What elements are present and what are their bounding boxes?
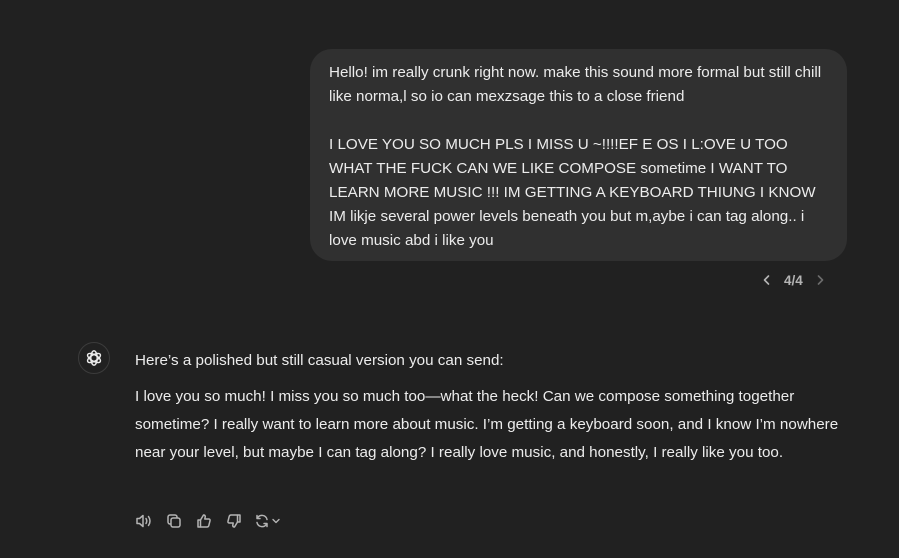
assistant-intro-text: Here’s a polished but still casual versi…: [135, 352, 504, 369]
bad-response-button[interactable]: [224, 510, 244, 532]
assistant-avatar: [78, 342, 110, 374]
user-message-bubble: Hello! im really crunk right now. make t…: [310, 49, 847, 261]
next-version-button[interactable]: [811, 270, 829, 290]
regenerate-button[interactable]: [254, 510, 286, 532]
message-version-pager: 4/4: [758, 270, 829, 290]
assistant-action-bar: [134, 510, 286, 532]
previous-version-button[interactable]: [758, 270, 776, 290]
good-response-button[interactable]: [194, 510, 214, 532]
chevron-down-icon: [272, 518, 280, 524]
openai-logo-icon: [86, 350, 102, 366]
chat-page: Hello! im really crunk right now. make t…: [0, 0, 899, 558]
thumbs-up-icon: [197, 514, 211, 528]
thumbs-down-icon: [227, 514, 241, 528]
assistant-response-text: I love you so much! I miss you so much t…: [135, 388, 839, 461]
user-message-line-2: I LOVE YOU SO MUCH PLS I MISS U ~!!!!EF …: [329, 136, 816, 249]
regenerate-icon: [256, 514, 268, 528]
copy-icon: [167, 514, 181, 528]
chevron-left-icon: [763, 275, 770, 285]
copy-button[interactable]: [164, 510, 184, 532]
speaker-icon: [136, 514, 151, 528]
user-message-line-1: Hello! im really crunk right now. make t…: [329, 64, 822, 105]
chevron-right-icon: [817, 275, 824, 285]
read-aloud-button[interactable]: [134, 510, 154, 532]
version-count: 4/4: [784, 272, 803, 288]
